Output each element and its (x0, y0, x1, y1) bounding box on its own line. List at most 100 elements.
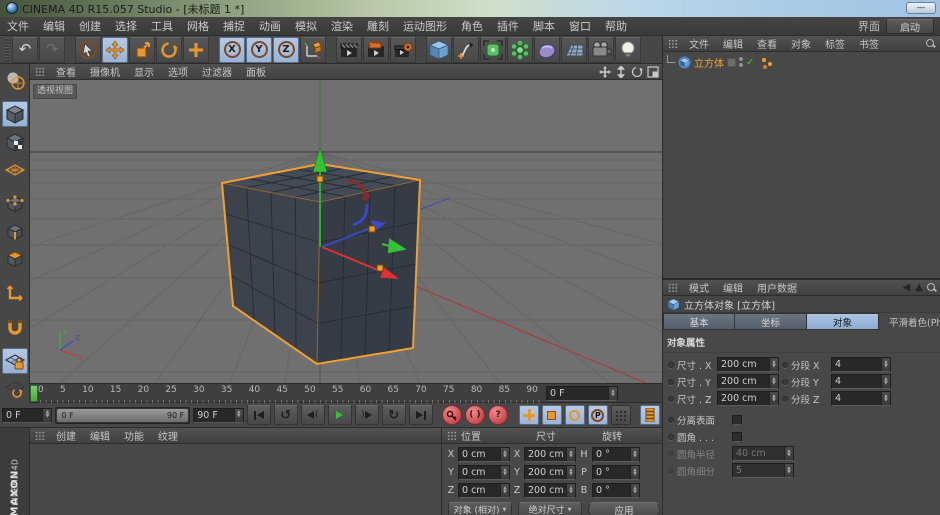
timeline-ruler[interactable]: 05 1015 2025 3035 4045 5055 6065 7075 80… (30, 383, 662, 403)
menu-plugins[interactable]: 插件 (490, 18, 526, 34)
live-selection-tool[interactable] (75, 37, 101, 63)
menu-character[interactable]: 角色 (454, 18, 490, 34)
spinner-icon[interactable] (42, 409, 51, 422)
om-menu-edit[interactable]: 编辑 (716, 36, 750, 51)
menu-help[interactable]: 帮助 (598, 18, 634, 34)
size-z-param-field[interactable]: 200 cm (717, 391, 779, 406)
key-position-button[interactable] (519, 405, 539, 425)
fillet-checkbox[interactable] (732, 432, 742, 442)
record-keyframe-button[interactable] (442, 405, 462, 425)
enabled-check-icon[interactable]: ✓ (746, 57, 754, 68)
view-label[interactable]: 透视视图 (33, 84, 77, 99)
edges-mode-button[interactable] (2, 219, 28, 245)
viewport-menu-panel[interactable]: 面板 (239, 64, 273, 79)
zoom-view-icon[interactable] (614, 65, 627, 78)
key-rotation-button[interactable] (565, 405, 585, 425)
seg-y-param-field[interactable]: 4 (831, 374, 891, 389)
autokey-button[interactable]: ( ) (465, 405, 485, 425)
menu-sculpt[interactable]: 雕刻 (360, 18, 396, 34)
viewport-canvas[interactable]: Y X Z (30, 80, 662, 383)
anim-dot-icon[interactable] (668, 396, 674, 402)
minimize-button[interactable]: — (906, 2, 936, 14)
toolbar-grip[interactable] (5, 38, 9, 62)
rot-h-field[interactable]: 0 ° (592, 447, 640, 462)
viewport-menu-options[interactable]: 选项 (161, 64, 195, 79)
size-mode-dropdown[interactable]: 绝对尺寸 (518, 502, 582, 515)
anim-dot-icon[interactable] (668, 417, 674, 423)
menu-render[interactable]: 渲染 (324, 18, 360, 34)
menu-script[interactable]: 脚本 (526, 18, 562, 34)
materials-menu-texture[interactable]: 纹理 (151, 428, 185, 443)
scale-tool[interactable] (129, 37, 155, 63)
coordinate-system-button[interactable] (300, 37, 326, 63)
next-frame-button[interactable]: ) (355, 405, 379, 425)
spinner-icon[interactable] (234, 409, 243, 422)
model-mode-button[interactable] (2, 101, 28, 127)
lock-workplane-button[interactable] (2, 348, 28, 374)
playhead[interactable] (30, 385, 38, 402)
am-menu-userdata[interactable]: 用户数据 (750, 280, 804, 295)
materials-menu-function[interactable]: 功能 (117, 428, 151, 443)
subdivision-surface-button[interactable] (480, 37, 506, 63)
anim-dot-icon[interactable] (668, 434, 674, 440)
object-name[interactable]: 立方体 (694, 55, 724, 70)
size-x-param-field[interactable]: 200 cm (717, 357, 779, 372)
play-button[interactable] (328, 405, 352, 425)
viewport-menu-view[interactable]: 查看 (49, 64, 83, 79)
tab-object[interactable]: 对象 (807, 313, 879, 330)
seg-x-param-field[interactable]: 4 (831, 357, 891, 372)
menu-window[interactable]: 窗口 (562, 18, 598, 34)
menu-select[interactable]: 选择 (108, 18, 144, 34)
add-camera-button[interactable] (588, 37, 614, 63)
panel-menu-icon[interactable] (447, 431, 457, 440)
goto-start-button[interactable] (247, 405, 271, 425)
size-x-field[interactable]: 200 cm (524, 447, 576, 462)
texture-mode-button[interactable] (2, 129, 28, 155)
spinner-icon[interactable] (608, 387, 617, 400)
menu-create[interactable]: 创建 (72, 18, 108, 34)
rot-p-field[interactable]: 0 ° (592, 465, 640, 480)
environment-button[interactable] (534, 37, 560, 63)
workplane-button[interactable] (2, 376, 28, 402)
anim-dot-icon[interactable] (782, 396, 788, 402)
goto-end-button[interactable] (409, 405, 433, 425)
history-back-icon[interactable]: ◀ (903, 282, 911, 293)
parent-up-icon[interactable]: ▲ (915, 282, 923, 293)
rot-b-field[interactable]: 0 ° (592, 483, 640, 498)
end-frame-field[interactable]: 90 F (193, 408, 243, 423)
lock-y-axis-button[interactable]: Y (246, 37, 272, 63)
layout-dropdown[interactable]: 启动 (886, 19, 934, 34)
play-backwards-button[interactable]: ↺ (274, 405, 298, 425)
rotate-tool[interactable] (156, 37, 182, 63)
add-cube-button[interactable] (426, 37, 452, 63)
key-pla-button[interactable] (611, 405, 631, 425)
size-y-field[interactable]: 200 cm (524, 465, 576, 480)
visibility-toggles[interactable] (739, 57, 743, 67)
lock-z-axis-button[interactable]: Z (273, 37, 299, 63)
tab-phong[interactable]: 平滑着色(Phong) (879, 313, 940, 330)
anim-dot-icon[interactable] (782, 362, 788, 368)
ruler-frame-field[interactable]: 0 F (546, 386, 618, 401)
rotate-view-icon[interactable] (630, 65, 643, 78)
render-view-button[interactable] (336, 37, 362, 63)
search-icon[interactable] (927, 283, 936, 292)
position-mode-dropdown[interactable]: 对象 (相对) (448, 502, 512, 515)
render-to-picture-viewer-button[interactable] (363, 37, 389, 63)
menu-mesh[interactable]: 网格 (180, 18, 216, 34)
panel-menu-icon[interactable] (35, 431, 45, 440)
axis-mode-button[interactable] (2, 280, 28, 306)
menu-file[interactable]: 文件 (0, 18, 36, 34)
size-z-field[interactable]: 200 cm (524, 483, 576, 498)
menu-simulate[interactable]: 模拟 (288, 18, 324, 34)
anim-dot-icon[interactable] (782, 379, 788, 385)
menu-animate[interactable]: 动画 (252, 18, 288, 34)
viewport-menu-filter[interactable]: 过滤器 (195, 64, 239, 79)
enable-snap-button[interactable] (2, 314, 28, 340)
previous-frame-button[interactable]: ( (301, 405, 325, 425)
make-editable-button[interactable] (2, 67, 28, 93)
anim-dot-icon[interactable] (668, 362, 674, 368)
keyframe-selection-button[interactable]: ? (488, 405, 508, 425)
add-floor-button[interactable] (561, 37, 587, 63)
viewport-menu-display[interactable]: 显示 (127, 64, 161, 79)
size-y-param-field[interactable]: 200 cm (717, 374, 779, 389)
